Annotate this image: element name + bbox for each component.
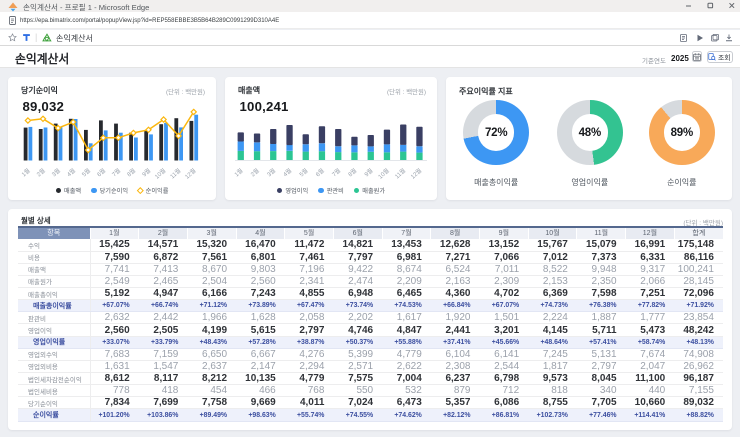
svg-text:3월: 3월 — [50, 167, 62, 179]
svg-text:11월: 11월 — [393, 167, 407, 181]
svg-text:2월: 2월 — [249, 167, 261, 179]
svg-text:7월: 7월 — [330, 167, 342, 179]
svg-text:1월: 1월 — [20, 167, 32, 179]
svg-text:6월: 6월 — [314, 167, 326, 179]
svg-text:2월: 2월 — [35, 167, 47, 179]
svg-text:10월: 10월 — [153, 167, 167, 181]
svg-text:3월: 3월 — [265, 167, 277, 179]
svg-text:12월: 12월 — [183, 167, 197, 181]
svg-text:1월: 1월 — [233, 167, 245, 179]
svg-text:7월: 7월 — [110, 167, 122, 179]
svg-text:9월: 9월 — [363, 167, 375, 179]
svg-text:12월: 12월 — [409, 167, 423, 181]
svg-text:8월: 8월 — [346, 167, 358, 179]
svg-text:10월: 10월 — [376, 167, 390, 181]
svg-text:4월: 4월 — [281, 167, 293, 179]
svg-text:8월: 8월 — [125, 167, 137, 179]
svg-text:9월: 9월 — [140, 167, 152, 179]
svg-text:4월: 4월 — [65, 167, 77, 179]
svg-text:5월: 5월 — [80, 167, 92, 179]
svg-text:6월: 6월 — [95, 167, 107, 179]
svg-text:5월: 5월 — [298, 167, 310, 179]
svg-text:11월: 11월 — [168, 167, 182, 181]
